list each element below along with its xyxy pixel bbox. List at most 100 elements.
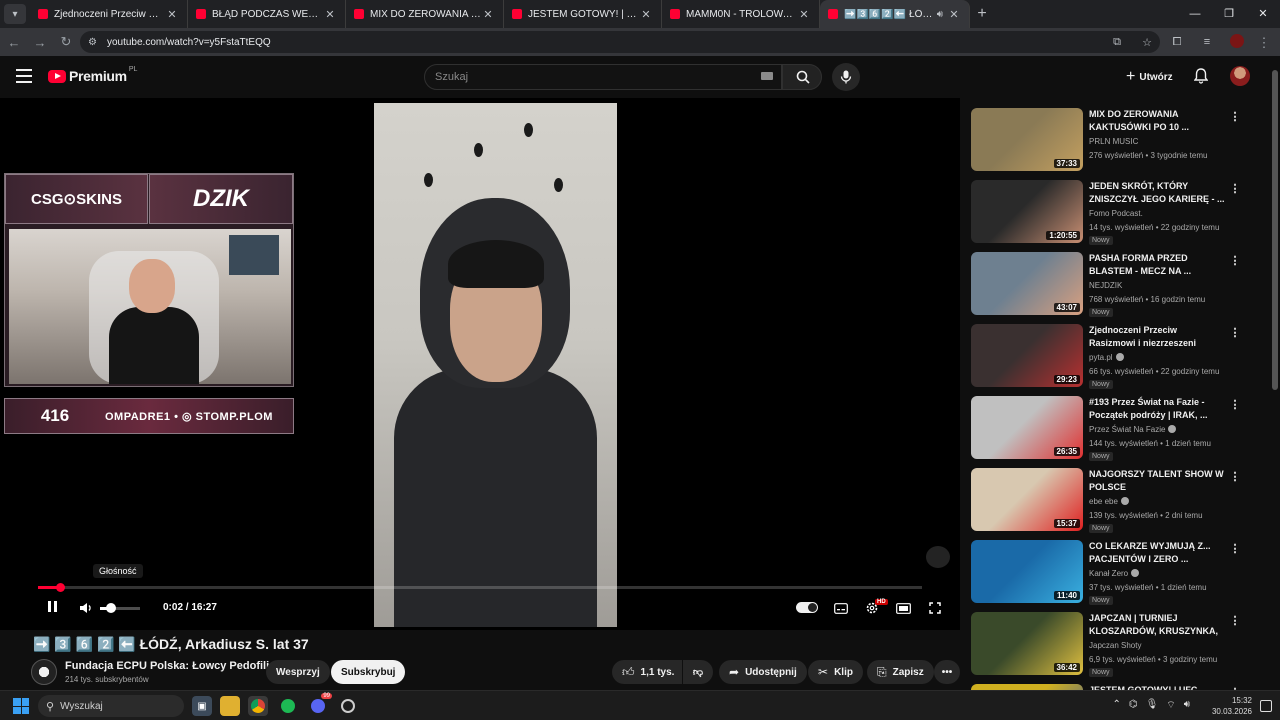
recommended-channel-row[interactable]: NEJDZIK — [1089, 281, 1122, 290]
discord-icon[interactable]: 99 — [308, 693, 332, 716]
chrome-icon[interactable] — [248, 696, 268, 716]
video-player[interactable]: CSG⊙SKINS DZIK 416 OMPADRE1 • ◎ STOMP.PL… — [0, 98, 960, 630]
recommended-video-title[interactable]: JAPCZAN | TURNIEJ KLOSZARDÓW, KRUSZYNKA,… — [1089, 612, 1225, 638]
system-clock[interactable]: 15:32 30.03.2026 — [1212, 695, 1252, 717]
close-window-icon[interactable]: ✕ — [1246, 0, 1280, 28]
more-vertical-icon[interactable]: ⋮ — [1229, 470, 1241, 483]
recommended-channel-row[interactable]: ebe ebe — [1089, 497, 1129, 506]
recommended-channel-row[interactable]: PRLN MUSIC — [1089, 137, 1138, 146]
speaker-icon[interactable]: 🔊︎ — [1184, 699, 1190, 712]
recommended-video[interactable]: 15:37 NAJGORSZY TALENT SHOW W POLSCE ebe e… — [971, 468, 1241, 538]
browser-tab[interactable]: MAMM0N - TROLOWANIE SUPER✕ — [662, 0, 820, 28]
video-thumbnail[interactable]: 37:33 — [971, 108, 1083, 171]
voice-search-button[interactable] — [832, 63, 860, 91]
like-button[interactable]: 👍︎ 1,1 tys. — [612, 660, 682, 684]
video-thumbnail[interactable]: 43:07 — [971, 252, 1083, 315]
recommended-video-title[interactable]: JEDEN SKRÓT, KTÓRY ZNISZCZYŁ JEGO KARIER… — [1089, 180, 1225, 206]
tab-close-icon[interactable]: ✕ — [639, 8, 653, 21]
video-thumbnail[interactable]: 26:35 — [971, 396, 1083, 459]
bookmark-star-icon[interactable]: ☆ — [1132, 36, 1162, 49]
browser-tab[interactable]: ➡️3️⃣6️⃣2️⃣⬅️ ŁÓDŹ, Arkadi🔊︎ ✕ — [820, 0, 970, 28]
volume-slider[interactable] — [100, 603, 140, 613]
create-button[interactable]: + Utwórz — [1116, 64, 1183, 90]
file-explorer-icon[interactable] — [220, 696, 240, 716]
join-button[interactable]: Wesprzyj — [266, 660, 330, 684]
more-actions-button[interactable]: ••• — [934, 660, 960, 684]
mute-button[interactable] — [76, 598, 96, 618]
search-input[interactable]: Szukaj — [424, 64, 782, 90]
pause-button[interactable] — [44, 598, 60, 618]
recommended-video[interactable]: 37:33 MIX DO ZEROWANIA KAKTUSÓWKI PO 10 .… — [971, 108, 1241, 178]
recommended-video-title[interactable]: CO LEKARZE WYJMUJĄ Z... PACJENTÓW I ZERO… — [1089, 540, 1225, 566]
recommended-video[interactable]: 43:07 PASHA FORMA PRZED BLASTEM - MECZ NA… — [971, 252, 1241, 322]
minimize-icon[interactable]: — — [1178, 0, 1212, 28]
restore-icon[interactable]: ❐ — [1212, 0, 1246, 28]
profile-icon[interactable] — [1222, 33, 1252, 51]
chevron-up-icon[interactable]: ⌃ — [1112, 699, 1120, 712]
recommended-video-title[interactable]: NAJGORSZY TALENT SHOW W POLSCE — [1089, 468, 1225, 494]
tab-close-icon[interactable]: ✕ — [947, 8, 961, 21]
address-bar[interactable]: ⚙ youtube.com/watch?v=y5FstaTtEQQ — [80, 31, 1160, 53]
recommended-video-title[interactable]: PASHA FORMA PRZED BLASTEM - MECZ NA ... — [1089, 252, 1225, 278]
subscribe-button[interactable]: Subskrybuj — [331, 660, 406, 684]
back-icon[interactable]: ← — [2, 35, 26, 50]
tab-close-icon[interactable]: ✕ — [165, 8, 179, 21]
tab-close-icon[interactable]: ✕ — [481, 8, 495, 21]
account-avatar[interactable] — [1230, 66, 1250, 86]
browser-menu-icon[interactable]: ⋮ — [1252, 35, 1276, 51]
tab-search-button[interactable]: ▾ — [4, 4, 26, 24]
menu-icon[interactable] — [16, 69, 32, 83]
dislike-button[interactable]: 👎︎ — [683, 660, 713, 684]
channel-avatar[interactable] — [31, 659, 57, 685]
recommended-channel-row[interactable]: Przez Świat Na Fazie — [1089, 425, 1177, 434]
browser-tab[interactable]: JESTEM GOTOWY! | UFC FIGHT N✕ — [504, 0, 662, 28]
browser-tab[interactable]: BŁĄD PODCZAS WERDYKTU! SUP✕ — [188, 0, 346, 28]
notifications-button[interactable] — [1190, 65, 1212, 87]
recommended-channel-row[interactable]: Kanał Zero — [1089, 569, 1140, 578]
keyboard-icon[interactable] — [761, 72, 773, 80]
more-vertical-icon[interactable]: ⋮ — [1229, 398, 1241, 411]
spotify-icon[interactable] — [278, 696, 298, 716]
recommended-video[interactable]: 29:23 Zjednoczeni Przeciw Rasizmowi i nie… — [971, 324, 1241, 394]
forward-icon[interactable]: → — [28, 35, 52, 50]
tab-close-icon[interactable]: ✕ — [797, 8, 811, 21]
recommended-video-title[interactable]: Zjednoczeni Przeciw Rasizmowi i niezrzes… — [1089, 324, 1225, 350]
more-vertical-icon[interactable]: ⋮ — [1229, 542, 1241, 555]
recommended-channel-row[interactable]: Japczan Shoty — [1089, 641, 1141, 650]
youtube-premium-logo[interactable]: Premium PL — [48, 66, 137, 84]
site-info-icon[interactable]: ⚙ — [88, 37, 97, 48]
progress-scrubber[interactable] — [56, 583, 66, 592]
wifi-icon[interactable]: ⌔ — [1166, 699, 1175, 712]
search-button[interactable] — [782, 64, 822, 90]
task-view-icon[interactable]: ▣ — [192, 696, 212, 716]
browser-tab[interactable]: MIX DO ZEROWANIA KAKTUSÓWKI✕ — [346, 0, 504, 28]
recommended-video-title[interactable]: #193 Przez Świat na Fazie - Początek pod… — [1089, 396, 1225, 422]
more-vertical-icon[interactable]: ⋮ — [1229, 254, 1241, 267]
windows-start-icon[interactable] — [13, 698, 29, 714]
recommended-channel-row[interactable]: pyta.pl — [1089, 353, 1124, 362]
volume-knob[interactable] — [106, 603, 116, 613]
recommended-video[interactable]: 11:40 CO LEKARZE WYJMUJĄ Z... PACJENTÓW I… — [971, 540, 1241, 610]
extensions-icon[interactable]: ⧠ — [1162, 36, 1192, 49]
video-thumbnail[interactable]: 29:23 — [971, 324, 1083, 387]
page-scrollbar[interactable] — [1271, 60, 1279, 686]
recommended-video[interactable]: 36:42 JAPCZAN | TURNIEJ KLOSZARDÓW, KRUSZ… — [971, 612, 1241, 682]
save-button[interactable]: ⎘ Zapisz — [867, 660, 934, 684]
media-controls-icon[interactable]: ≡ — [1192, 36, 1222, 48]
video-thumbnail[interactable]: 15:37 — [971, 468, 1083, 531]
microphone-tray-icon[interactable]: 🎙︎ — [1146, 699, 1159, 712]
more-vertical-icon[interactable]: ⋮ — [1229, 614, 1241, 627]
progress-bar[interactable] — [38, 583, 922, 592]
tab-audio-icon[interactable]: 🔊︎ — [937, 9, 943, 20]
subtitles-button[interactable] — [830, 598, 852, 618]
new-tab-button[interactable]: + — [970, 5, 994, 23]
scrollbar-thumb[interactable] — [1272, 70, 1278, 390]
video-thumbnail[interactable]: 36:42 — [971, 612, 1083, 675]
share-button[interactable]: ➦ Udostępnij — [719, 660, 807, 684]
more-vertical-icon[interactable]: ⋮ — [1229, 110, 1241, 123]
channel-watermark[interactable] — [926, 546, 950, 568]
theater-mode-button[interactable] — [892, 598, 914, 618]
reload-icon[interactable]: ↻ — [54, 34, 78, 50]
recommended-video-title[interactable]: MIX DO ZEROWANIA KAKTUSÓWKI PO 10 ... — [1089, 108, 1225, 134]
video-thumbnail[interactable]: 11:40 — [971, 540, 1083, 603]
